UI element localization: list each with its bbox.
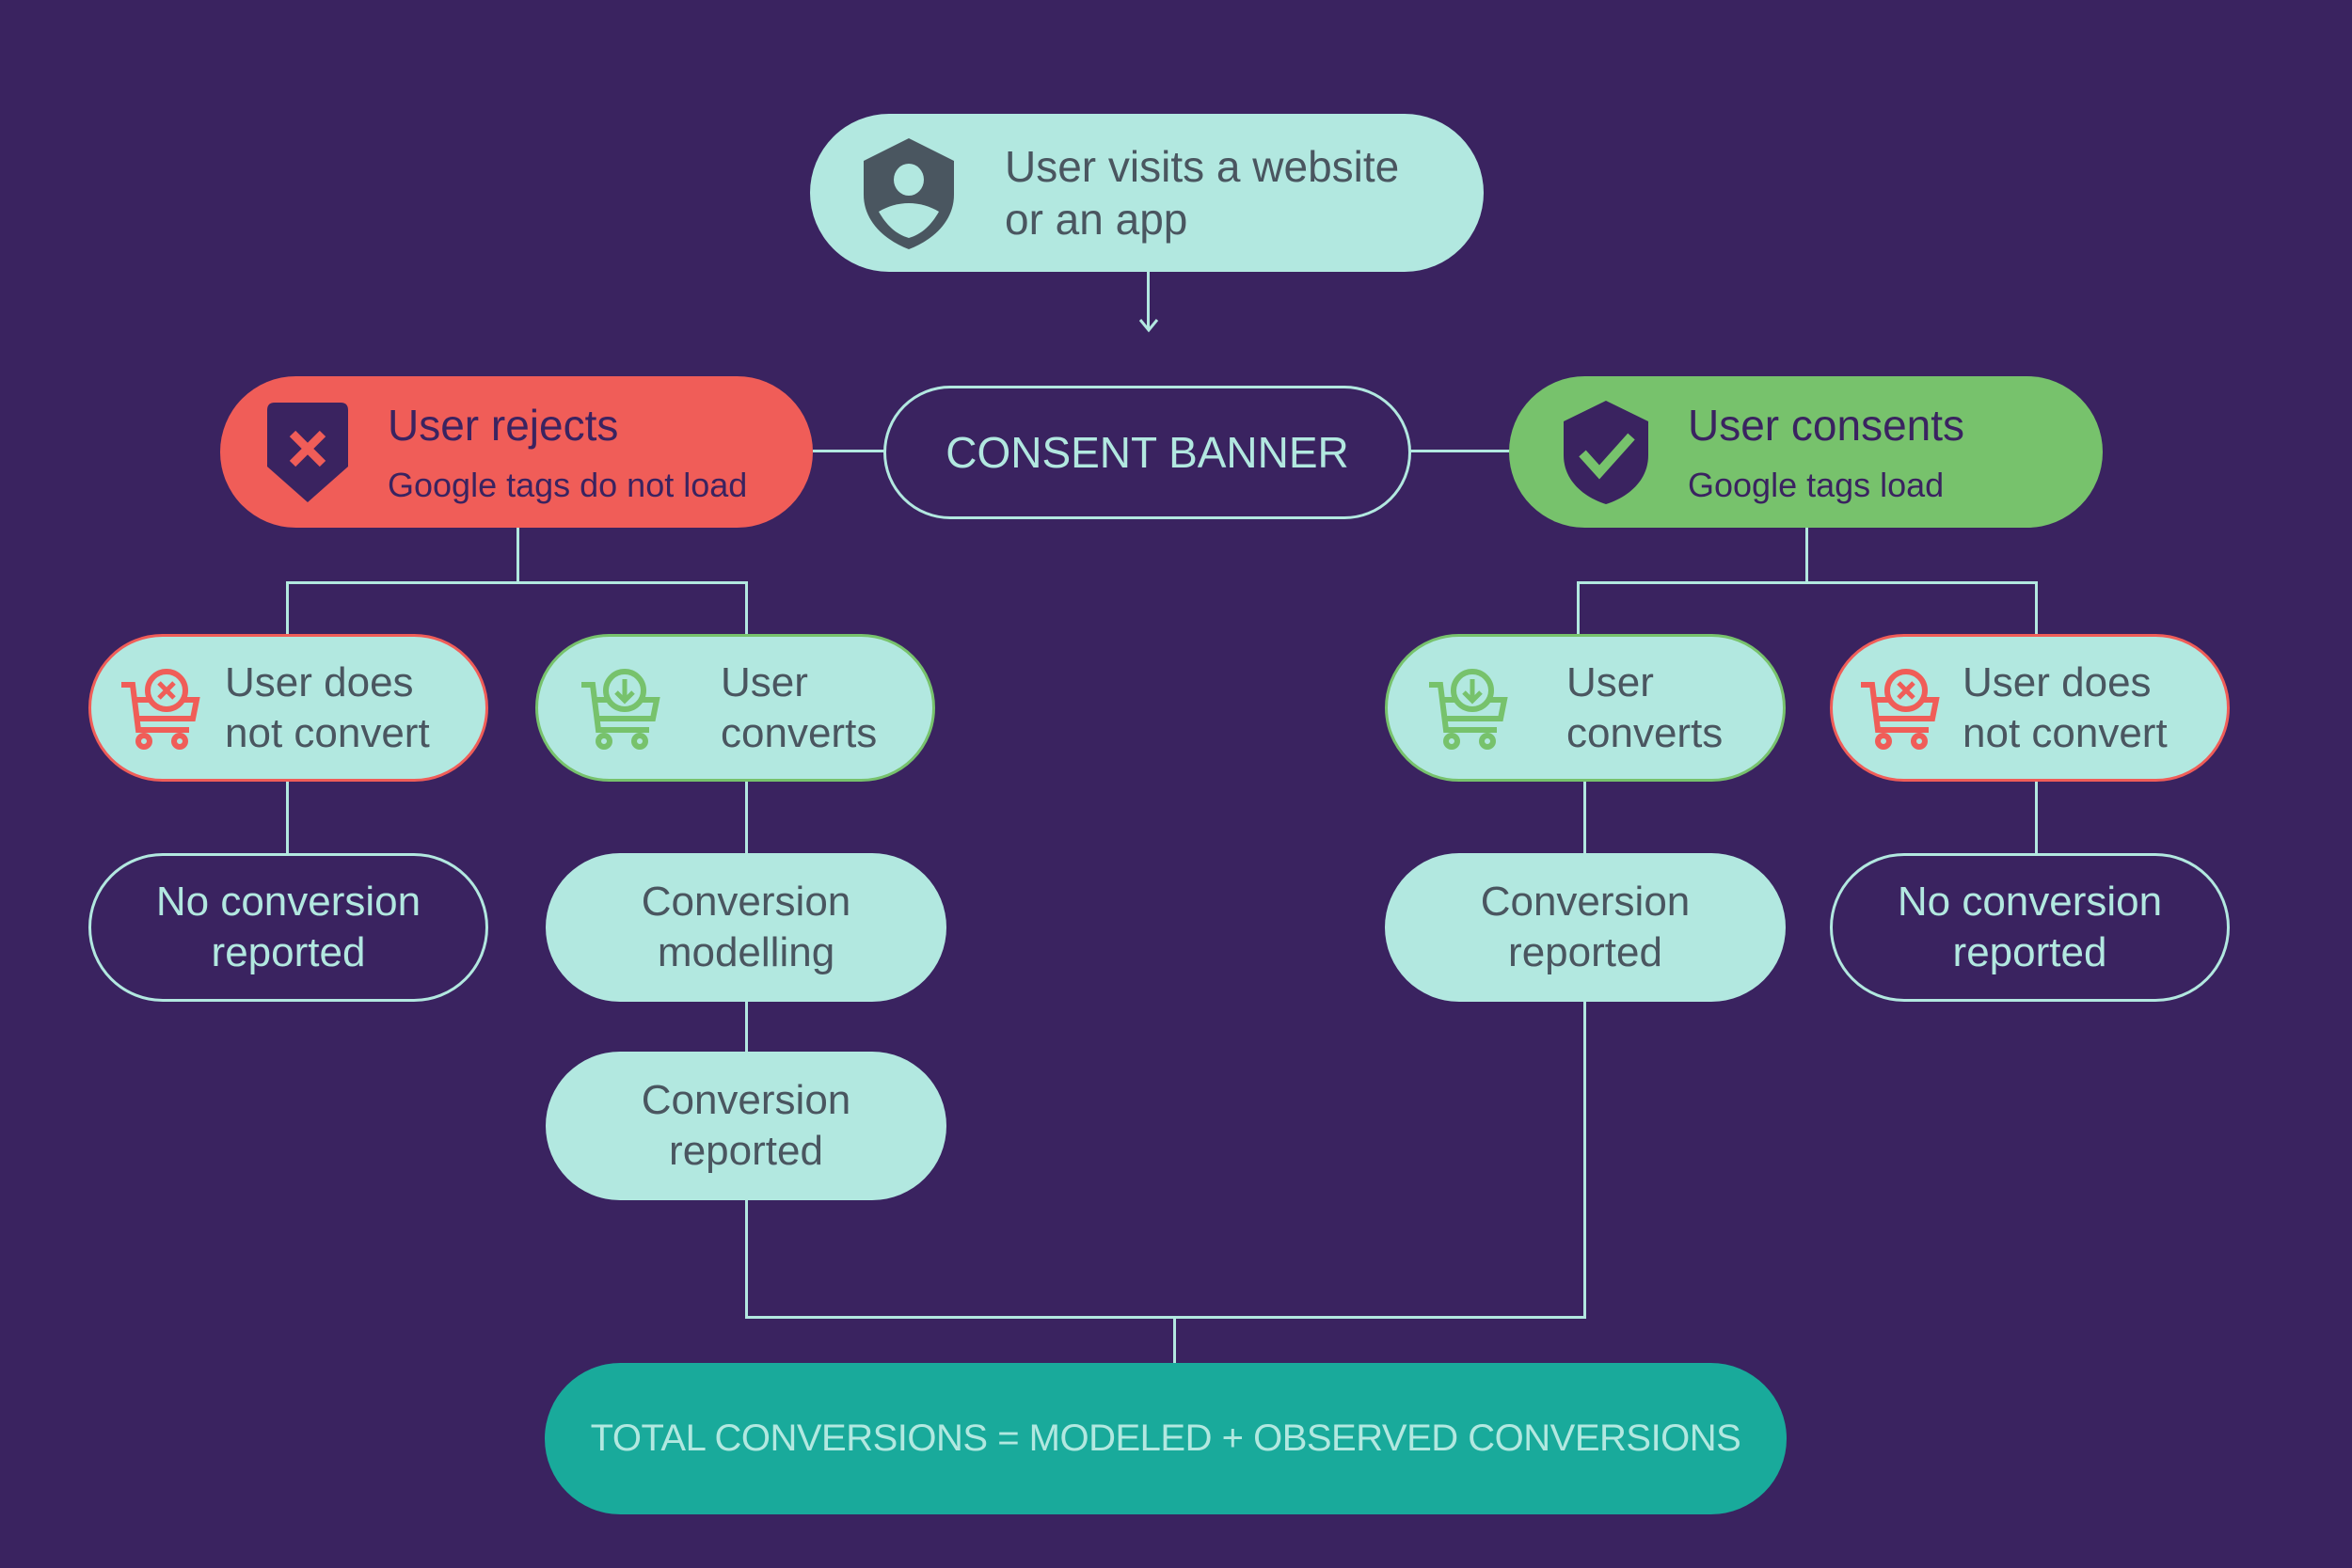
consent-no-convert-node: User does not convert	[1830, 634, 2230, 782]
reject-no-convert-node: User does not convert	[88, 634, 488, 782]
consent-conversion-reported-label: Conversion reported	[1480, 879, 1691, 975]
connector-consent-split	[1577, 581, 2038, 584]
consent-convert-node: User converts	[1385, 634, 1786, 782]
consent-no-conversion-result: No conversion reported	[1830, 853, 2230, 1002]
reject-conversion-reported-node: Conversion reported	[546, 1052, 946, 1200]
conversion-modelling-node: Conversion modelling	[546, 853, 946, 1002]
consent-no-conversion-label: No conversion reported	[1897, 879, 2163, 975]
connector-reject-right-down	[745, 581, 748, 634]
conversion-modelling-label: Conversion modelling	[641, 879, 851, 975]
connector-l1	[286, 782, 289, 853]
reject-convert-label: User converts	[721, 658, 878, 756]
banner-label: CONSENT BANNER	[946, 428, 1349, 477]
user-shield-icon	[862, 136, 956, 249]
cart-download-icon	[578, 666, 662, 751]
cart-x-icon	[118, 666, 202, 751]
reject-subtitle: Google tags do not load	[388, 465, 748, 504]
consent-conversion-reported-node: Conversion reported	[1385, 853, 1786, 1002]
reject-no-conversion-result: No conversion reported	[88, 853, 488, 1002]
connector-merge-right	[1583, 1002, 1586, 1319]
consent-convert-label: User converts	[1566, 658, 1724, 756]
connector-consent-left-down	[1577, 581, 1580, 634]
connector-banner-consent	[1410, 450, 1510, 452]
start-node: User visits a website or an app	[810, 114, 1484, 272]
connector-reject-banner	[813, 450, 884, 452]
consent-node: User consents Google tags load	[1509, 376, 2103, 528]
connector-merge-horizontal	[745, 1316, 1586, 1319]
reject-no-conversion-label: No conversion reported	[155, 879, 421, 975]
connector-r2	[2035, 782, 2038, 853]
reject-title: User rejects	[388, 400, 619, 450]
reject-node: User rejects Google tags do not load	[220, 376, 813, 528]
connector-l2	[745, 782, 748, 853]
total-conversions-node: TOTAL CONVERSIONS = MODELED + OBSERVED C…	[545, 1363, 1787, 1514]
consent-no-convert-label: User does not convert	[1963, 658, 2168, 756]
shield-check-icon	[1564, 400, 1648, 504]
connector-reject-split	[286, 581, 747, 584]
cart-download-icon	[1425, 666, 1510, 751]
shield-x-icon	[267, 402, 348, 502]
reject-conversion-reported-label: Conversion reported	[641, 1077, 851, 1174]
total-conversions-label: TOTAL CONVERSIONS = MODELED + OBSERVED C…	[590, 1418, 1741, 1459]
connector-merge-down	[1173, 1316, 1176, 1363]
connector-merge-left	[745, 1200, 748, 1319]
consent-subtitle: Google tags load	[1688, 465, 1945, 504]
connector-r1	[1583, 782, 1586, 853]
connector-consent-down	[1805, 528, 1808, 582]
consent-title: User consents	[1688, 400, 1965, 450]
consent-banner-node: CONSENT BANNER	[883, 386, 1411, 519]
connector-consent-right-down	[2035, 581, 2038, 634]
cart-x-icon	[1857, 666, 1942, 751]
reject-no-convert-label: User does not convert	[225, 658, 430, 756]
connector-reject-down	[516, 528, 519, 582]
connector-l3	[745, 1002, 748, 1052]
start-label: User visits a website or an app	[1005, 142, 1400, 244]
connector-reject-left-down	[286, 581, 289, 634]
arrow-head-icon	[1138, 319, 1159, 333]
reject-convert-node: User converts	[535, 634, 935, 782]
